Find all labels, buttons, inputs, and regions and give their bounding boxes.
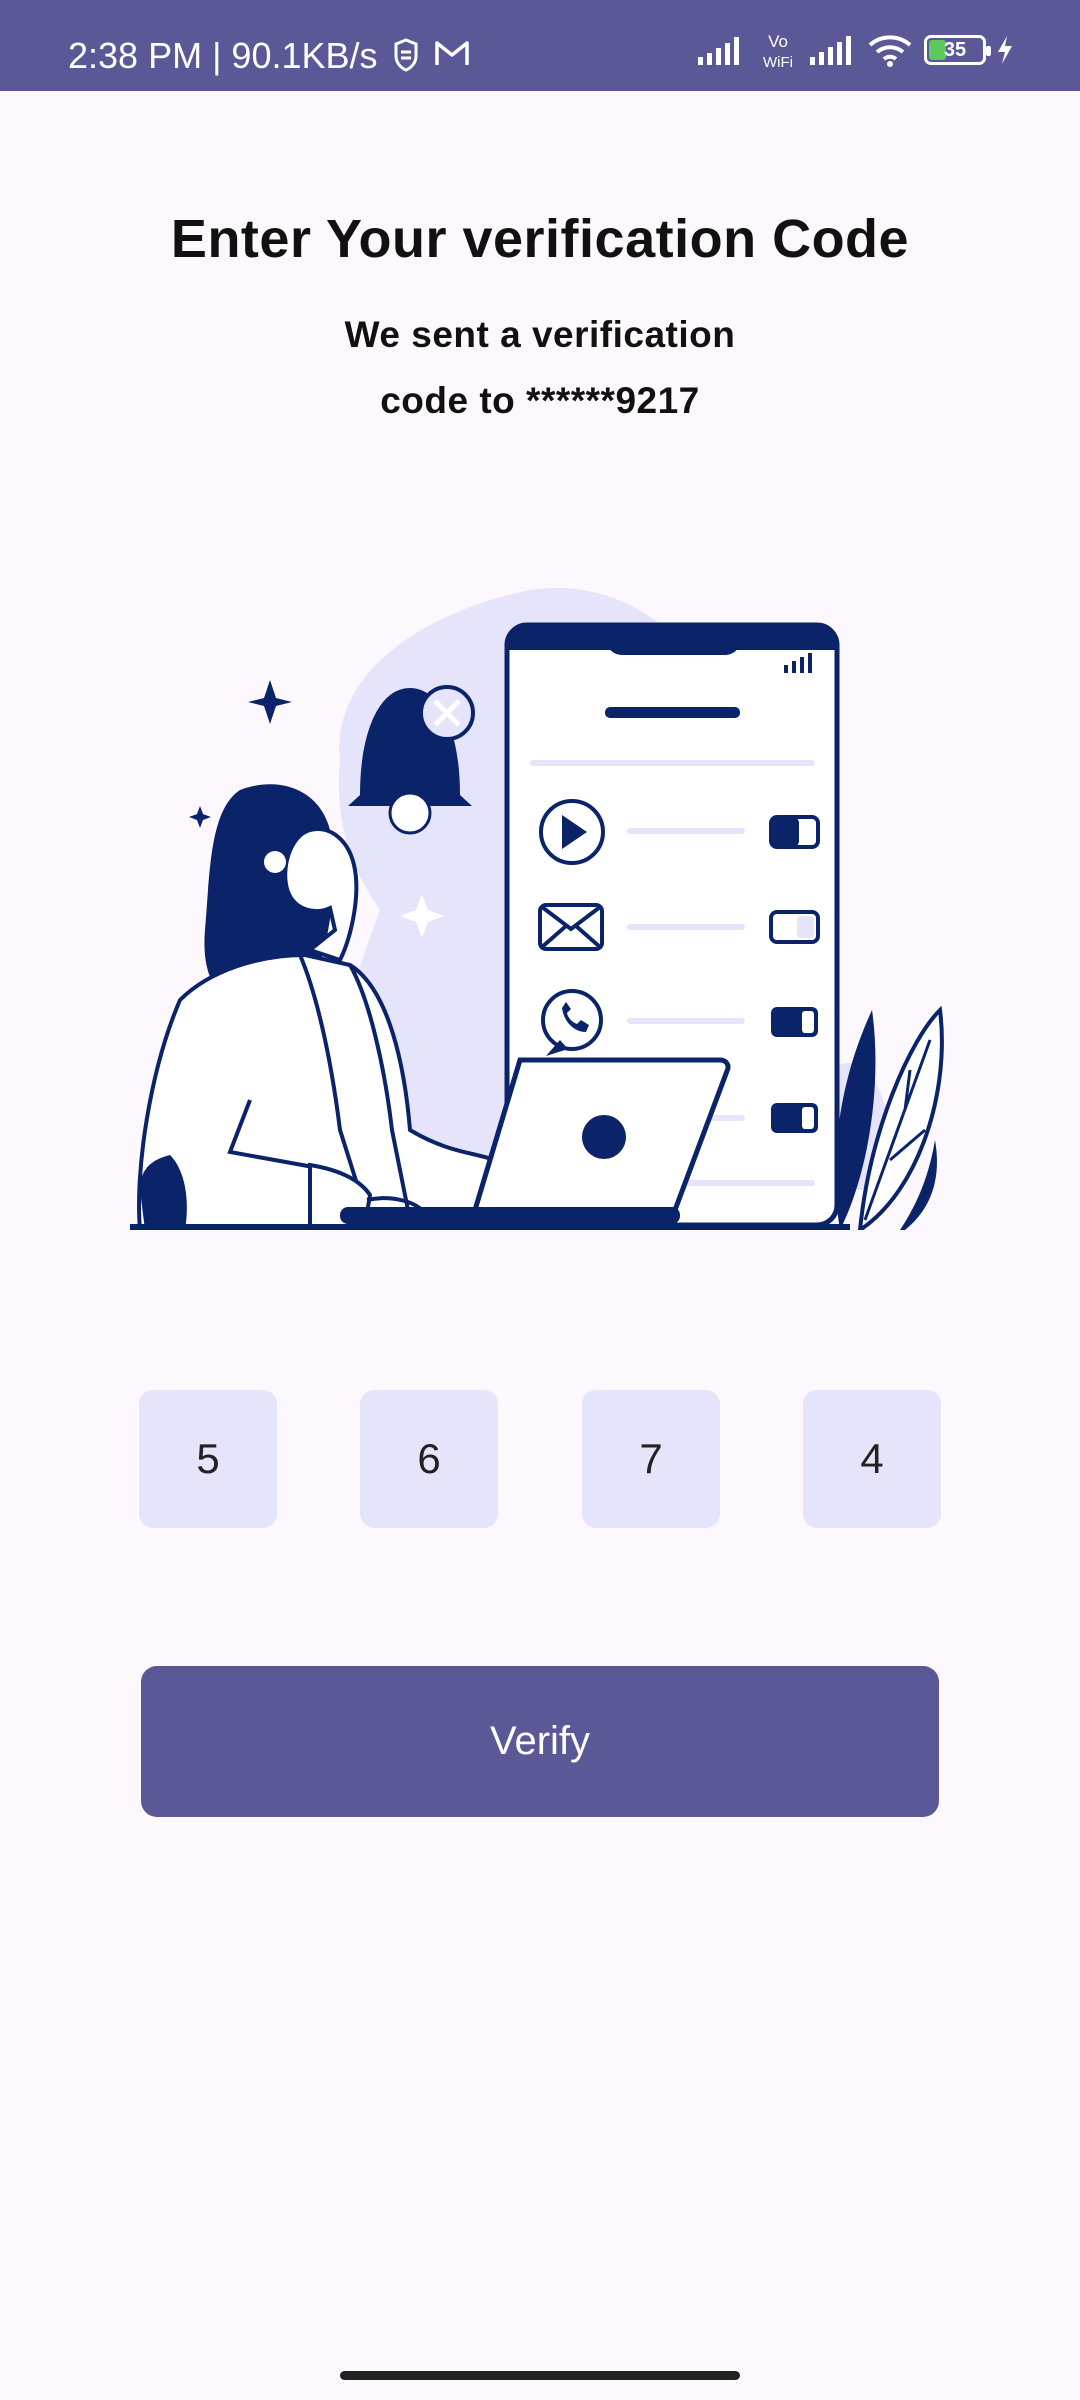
otp-input-row: 5 6 7 4	[139, 1390, 941, 1528]
battery-icon: 35	[924, 35, 991, 65]
vowifi-icon: Vo WiFi	[763, 32, 793, 70]
battery-level: 35	[943, 38, 967, 61]
page-subtitle: We sent a verification code to ******921…	[344, 314, 736, 421]
otp-digit-1[interactable]: 5	[139, 1390, 277, 1528]
signal-icon	[698, 37, 739, 65]
svg-text:WiFi: WiFi	[763, 54, 793, 70]
svg-text:Vo: Vo	[768, 32, 788, 51]
otp-digit-3[interactable]: 7	[582, 1390, 720, 1528]
gmail-icon	[435, 41, 469, 65]
status-bar: 2:38 PM | 90.1KB/s Vo WiFi 35	[0, 0, 1080, 91]
verification-illustration	[130, 588, 944, 1230]
verify-button[interactable]: Verify	[141, 1666, 939, 1817]
status-time-speed: 2:38 PM | 90.1KB/s	[68, 35, 378, 76]
shield-notification-icon	[394, 38, 418, 72]
otp-digit-4[interactable]: 4	[803, 1390, 941, 1528]
page-title: Enter Your verification Code	[170, 209, 910, 269]
plant-decoration	[835, 1005, 944, 1230]
otp-digit-2[interactable]: 6	[360, 1390, 498, 1528]
wifi-icon	[868, 35, 912, 67]
home-indicator[interactable]	[340, 2371, 740, 2380]
signal-icon-2	[810, 36, 851, 65]
charging-bolt-icon	[998, 36, 1012, 64]
